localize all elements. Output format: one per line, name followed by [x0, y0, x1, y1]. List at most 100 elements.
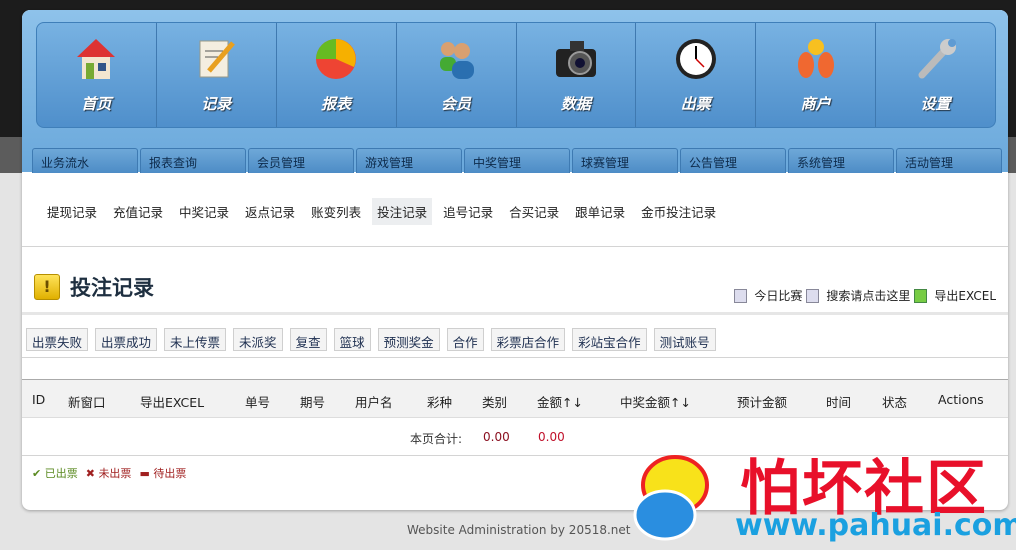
subnav-link-6[interactable]: 追号记录 — [438, 198, 498, 225]
warning-icon: ! — [34, 274, 60, 300]
nav-item-7[interactable]: 设置 — [876, 23, 995, 127]
nav-label: 数据 — [560, 95, 591, 113]
today-matches-link[interactable]: 今日比赛 — [754, 287, 802, 304]
filter-button-6[interactable]: 预测奖金 — [377, 328, 440, 351]
wrench-icon — [914, 37, 958, 81]
tab-2[interactable]: 会员管理 — [248, 148, 354, 173]
subnav-link-7[interactable]: 合买记录 — [504, 198, 564, 225]
fish-logo-icon — [633, 455, 709, 541]
subnav-link-8[interactable]: 跟单记录 — [570, 198, 630, 225]
filter-button-9[interactable]: 彩站宝合作 — [572, 328, 647, 351]
column-header-11: 时间 — [826, 395, 852, 410]
minus-icon: ▬ — [139, 467, 150, 480]
subnav-link-0[interactable]: 提现记录 — [42, 198, 102, 225]
header-area: 首页 记录 报表 会员 数据 出票 商户 设置 业务流水 报表查询 会员管理 游戏管理 中奖管理 球赛管… — [22, 10, 1008, 173]
footer: Website Administration by 20518.net — [407, 523, 631, 537]
column-header-8[interactable]: 金额↑↓ — [537, 392, 583, 411]
pie-chart-icon — [314, 37, 358, 81]
search-link[interactable]: 搜索请点击这里 — [826, 287, 910, 304]
page-title: 投注记录 — [70, 276, 154, 300]
tab-0[interactable]: 业务流水 — [32, 148, 138, 173]
column-header-5: 用户名 — [355, 395, 393, 410]
legend-issued: ✔ 已出票 — [32, 467, 78, 480]
page-header: ! 投注记录 — [34, 272, 154, 302]
column-header-1: 新窗口 — [68, 395, 106, 410]
legend-pending: ▬ 待出票 — [139, 467, 187, 480]
filter-button-4[interactable]: 复查 — [289, 328, 327, 351]
filter-button-10[interactable]: 测试账号 — [653, 328, 716, 351]
nav-item-1[interactable]: 记录 — [157, 23, 277, 127]
nav-label: 出票 — [680, 95, 711, 113]
nav-item-6[interactable]: 商户 — [756, 23, 877, 127]
nav-item-5[interactable]: 出票 — [636, 23, 757, 127]
column-header-10: 预计金额 — [737, 395, 788, 410]
tab-1[interactable]: 报表查询 — [140, 148, 246, 173]
column-header-9[interactable]: 中奖金额↑↓ — [620, 392, 691, 411]
totals-label: 本页合计: — [410, 432, 463, 446]
nav-label: 设置 — [920, 95, 951, 113]
nav-item-2[interactable]: 报表 — [277, 23, 397, 127]
subnav-link-9[interactable]: 金币投注记录 — [636, 198, 721, 225]
module-tabs: 业务流水 报表查询 会员管理 游戏管理 中奖管理 球赛管理 公告管理 系统管理 活动管理 — [32, 148, 1002, 173]
nav-item-4[interactable]: 数据 — [517, 23, 637, 127]
filter-button-1[interactable]: 出票成功 — [95, 328, 158, 351]
subnav-link-4[interactable]: 账变列表 — [306, 198, 366, 225]
nav-label: 报表 — [321, 95, 352, 113]
column-header-12: 状态 — [882, 395, 908, 410]
subnav-link-5[interactable]: 投注记录 — [372, 198, 433, 225]
totals-win: 0.00 — [538, 430, 565, 444]
column-header-4: 期号 — [300, 395, 326, 410]
tab-4[interactable]: 中奖管理 — [464, 148, 570, 173]
users-icon — [434, 37, 478, 81]
clock-icon — [674, 37, 718, 81]
divider — [22, 312, 1008, 315]
cross-icon: ✖ — [85, 467, 95, 480]
export-icon — [914, 288, 928, 303]
filter-button-2[interactable]: 未上传票 — [164, 328, 227, 351]
calendar-icon — [734, 288, 748, 303]
nav-item-0[interactable]: 首页 — [37, 23, 157, 127]
column-header-13: Actions — [938, 392, 984, 407]
watermark-url: www.pahuai.com — [735, 508, 1016, 543]
tab-8[interactable]: 活动管理 — [896, 148, 1002, 173]
filter-button-0[interactable]: 出票失败 — [26, 328, 89, 351]
tab-5[interactable]: 球赛管理 — [572, 148, 678, 173]
watermark: 怕坏社区 www.pahuai.com — [620, 440, 1016, 545]
column-header-6: 彩种 — [427, 395, 453, 410]
tab-6[interactable]: 公告管理 — [680, 148, 786, 173]
toolbar: 今日比赛 搜索请点击这里 导出EXCEL — [734, 287, 996, 304]
filter-button-7[interactable]: 合作 — [446, 328, 484, 351]
nav-label: 商户 — [800, 95, 831, 113]
camera-icon — [554, 37, 598, 81]
main-nav: 首页 记录 报表 会员 数据 出票 商户 设置 — [36, 22, 996, 128]
notepad-icon — [194, 37, 238, 81]
filter-button-5[interactable]: 篮球 — [333, 328, 371, 351]
tab-3[interactable]: 游戏管理 — [356, 148, 462, 173]
check-icon: ✔ — [32, 467, 42, 480]
column-header-2[interactable]: 导出EXCEL — [140, 392, 204, 411]
divider — [22, 246, 1008, 247]
nav-label: 首页 — [81, 95, 112, 113]
subnav-link-1[interactable]: 充值记录 — [108, 198, 168, 225]
column-header-3: 单号 — [245, 395, 271, 410]
table-header: ID 新窗口 导出EXCEL 单号 期号 用户名 彩种 类别 金额↑↓ 中奖金额↑↓ 预计金额 时间 状… — [22, 379, 1008, 418]
tab-7[interactable]: 系统管理 — [788, 148, 894, 173]
nav-item-3[interactable]: 会员 — [397, 23, 517, 127]
sub-nav: 提现记录 充值记录 中奖记录 返点记录 账变列表 投注记录 追号记录 合买记录 跟单记录 金币投注… — [42, 198, 727, 225]
legend-not-issued: ✖ 未出票 — [85, 467, 132, 480]
admin-panel: 首页 记录 报表 会员 数据 出票 商户 设置 业务流水 报表查询 会员管理 游戏管理 中奖管理 球赛管… — [22, 10, 1008, 510]
column-header-7: 类别 — [482, 395, 508, 410]
filter-buttons: 出票失败 出票成功 未上传票 未派奖 复查 篮球 预测奖金 合作 彩票店合作 彩站宝合作 测试账号 — [26, 328, 716, 351]
filter-button-3[interactable]: 未派奖 — [233, 328, 283, 351]
home-icon — [74, 37, 118, 81]
subnav-link-3[interactable]: 返点记录 — [240, 198, 300, 225]
nav-label: 记录 — [201, 95, 232, 113]
totals-amount: 0.00 — [483, 430, 510, 444]
status-legend: ✔ 已出票 ✖ 未出票 ▬ 待出票 — [32, 465, 186, 481]
column-header-0: ID — [32, 392, 46, 407]
filter-button-8[interactable]: 彩票店合作 — [490, 328, 566, 351]
export-excel-link[interactable]: 导出EXCEL — [934, 287, 996, 304]
subnav-link-2[interactable]: 中奖记录 — [174, 198, 234, 225]
merchant-icon — [794, 37, 838, 81]
search-icon — [806, 288, 820, 303]
